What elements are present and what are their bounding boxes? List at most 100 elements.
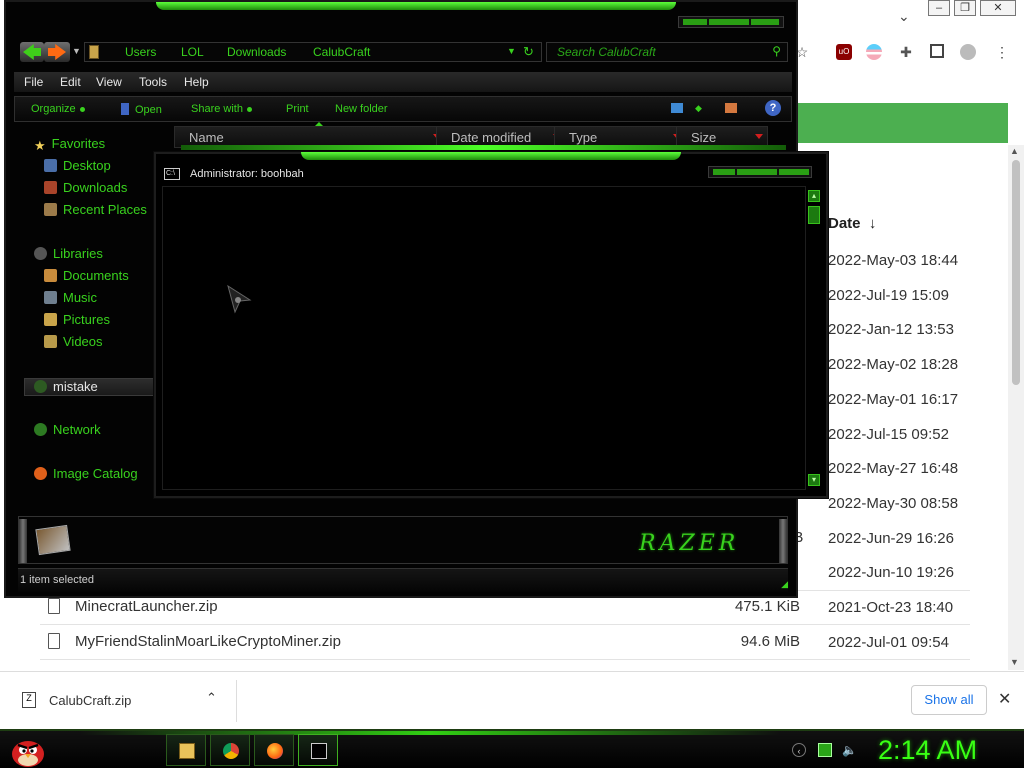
network-icon[interactable] <box>818 743 832 757</box>
preview-pane-icon[interactable] <box>725 103 737 113</box>
nav-recent-places[interactable]: Recent Places <box>44 202 147 217</box>
menu-tools[interactable]: Tools <box>139 75 167 89</box>
close-button[interactable] <box>751 19 779 25</box>
menu-view[interactable]: View <box>96 75 122 89</box>
maximize-button[interactable] <box>737 169 777 175</box>
address-dropdown-icon[interactable]: ▼ <box>507 46 516 56</box>
breadcrumb-users[interactable]: Users <box>125 45 156 59</box>
nav-downloads[interactable]: Downloads <box>44 180 127 195</box>
downloads-icon <box>44 181 57 194</box>
sidepanel-icon[interactable] <box>930 44 944 58</box>
divider <box>236 680 237 722</box>
arrow-left-icon <box>23 44 41 60</box>
nav-mistake[interactable]: mistake <box>34 379 98 394</box>
nav-videos[interactable]: Videos <box>44 334 103 349</box>
file-date: 2022-Jun-29 16:26 <box>828 530 954 547</box>
desktop: ⌄ – ❐ ✕ ☆ uO ✚ ⋮ Date ↓ 2022-May-03 18:4… <box>0 0 1024 768</box>
recent-pages-dropdown[interactable]: ▼ <box>72 46 81 56</box>
recent-places-icon <box>44 203 57 216</box>
search-input[interactable]: Search CalubCraft <box>557 45 656 59</box>
breadcrumb-calubcraft[interactable]: CalubCraft <box>313 45 370 59</box>
console-scroll-thumb[interactable] <box>808 206 820 224</box>
refresh-icon[interactable]: ↻ <box>523 44 534 60</box>
window-controls[interactable] <box>678 16 784 28</box>
nav-image-catalog[interactable]: Image Catalog <box>34 466 138 481</box>
search-box[interactable]: Search CalubCraft ⚲ <box>546 42 788 62</box>
scroll-down-icon[interactable]: ▾ <box>808 474 820 486</box>
scroll-up-icon[interactable]: ▴ <box>808 190 820 202</box>
chevron-down-icon[interactable]: ⌄ <box>898 8 910 25</box>
chevron-up-icon[interactable]: ⌃ <box>206 690 217 706</box>
nav-network[interactable]: Network <box>34 422 101 437</box>
file-link[interactable]: MyFriendStalinMoarLikeCryptoMiner.zip <box>75 633 341 650</box>
puzzle-icon[interactable]: ✚ <box>898 44 914 60</box>
taskbar-console[interactable] <box>298 734 338 766</box>
show-all-button[interactable]: Show all <box>911 685 987 715</box>
open-button[interactable]: Open <box>121 103 162 116</box>
console-scrollbar[interactable]: ▴ ▾ <box>806 188 822 490</box>
address-bar[interactable]: Users LOL Downloads CalubCraft ▼ ↻ <box>84 42 542 62</box>
pride-flag-icon[interactable] <box>866 44 882 60</box>
share-with-button[interactable]: Share with <box>191 103 252 115</box>
file-link[interactable]: MinecratLauncher.zip <box>75 598 218 615</box>
scroll-up-icon[interactable]: ▲ <box>1010 146 1019 156</box>
desktop-icon <box>44 159 57 172</box>
maximize-button[interactable] <box>709 19 749 25</box>
homegroup-icon <box>34 380 47 393</box>
minimize-button[interactable] <box>683 19 707 25</box>
taskbar-explorer[interactable] <box>166 734 206 766</box>
resize-grip-icon[interactable]: ◢ <box>781 579 788 590</box>
window-controls[interactable] <box>708 166 812 178</box>
nav-documents[interactable]: Documents <box>44 268 129 283</box>
console-output[interactable] <box>162 186 806 490</box>
view-dropdown-icon[interactable]: ◆ <box>695 103 707 113</box>
nav-desktop[interactable]: Desktop <box>44 158 111 173</box>
status-bar: 1 item selected ◢ <box>18 568 788 592</box>
view-options-icon[interactable] <box>671 103 683 113</box>
more-icon[interactable]: ⋮ <box>994 44 1010 60</box>
help-icon[interactable]: ? <box>765 100 781 116</box>
start-button-angry-bird-icon[interactable] <box>8 732 48 768</box>
ublock-icon[interactable]: uO <box>836 44 852 60</box>
taskbar-chrome[interactable] <box>210 734 250 766</box>
back-icon[interactable]: ‹ <box>792 743 806 757</box>
command-bar: Organize Open Share with Print New folde… <box>14 96 792 122</box>
zip-file-icon <box>48 598 60 614</box>
close-button[interactable] <box>779 169 809 175</box>
new-folder-button[interactable]: New folder <box>335 103 388 115</box>
taskbar-firefox[interactable] <box>254 734 294 766</box>
breadcrumb-lol[interactable]: LOL <box>181 45 204 59</box>
profile-icon[interactable] <box>960 44 976 60</box>
print-button[interactable]: Print <box>286 103 309 115</box>
nav-libraries[interactable]: Libraries <box>34 246 103 261</box>
back-button[interactable] <box>20 42 44 62</box>
download-item[interactable]: CalubCraft.zip <box>49 693 131 708</box>
organize-button[interactable]: Organize <box>31 103 85 115</box>
breadcrumb-downloads[interactable]: Downloads <box>227 45 286 59</box>
forward-button[interactable] <box>44 42 70 62</box>
browser-scrollbar-thumb[interactable] <box>1012 160 1020 385</box>
pictures-icon <box>44 313 57 326</box>
menu-help[interactable]: Help <box>184 75 209 89</box>
restore-button[interactable]: ❐ <box>954 0 976 16</box>
menu-file[interactable]: File <box>24 75 43 89</box>
firefox-icon <box>267 743 283 759</box>
search-icon[interactable]: ⚲ <box>772 44 781 58</box>
nav-pictures[interactable]: Pictures <box>44 312 110 327</box>
menu-edit[interactable]: Edit <box>60 75 81 89</box>
nav-favorites[interactable]: ★ Favorites <box>34 136 105 153</box>
minimize-button[interactable]: – <box>928 0 950 16</box>
scroll-down-icon[interactable]: ▼ <box>1010 657 1019 667</box>
file-date: 2022-May-03 18:44 <box>828 252 959 269</box>
volume-icon[interactable]: 🔈 <box>842 743 857 757</box>
arrow-right-icon <box>48 44 66 60</box>
close-button[interactable]: ✕ <box>980 0 1016 16</box>
console-icon <box>311 743 327 759</box>
console-window[interactable]: C:\ Administrator: boohbah ▴ ▾ <box>154 152 828 498</box>
close-icon[interactable]: ✕ <box>998 689 1011 709</box>
date-column-header[interactable]: Date ↓ <box>828 215 876 232</box>
minimize-button[interactable] <box>713 169 735 175</box>
file-date: 2021-Oct-23 18:40 <box>828 599 954 616</box>
nav-music[interactable]: Music <box>44 290 97 305</box>
clock[interactable]: 2:14 AM <box>878 735 977 766</box>
